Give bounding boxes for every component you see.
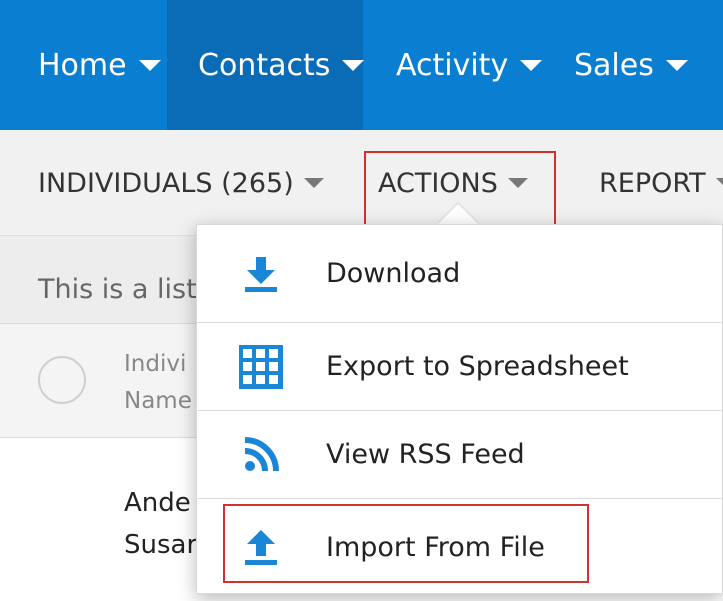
nav-home-label: Home [38, 47, 127, 83]
menu-item-rss-label: View RSS Feed [326, 439, 525, 470]
download-icon [241, 254, 281, 294]
nav-activity[interactable]: Activity [396, 0, 543, 130]
report-label: REPORT [599, 167, 706, 199]
chevron-down-icon [715, 178, 723, 188]
dropdown-pointer [437, 204, 479, 225]
grid-icon [238, 344, 284, 390]
top-navigation-bar: Home Contacts Activity Sales [0, 0, 723, 130]
nav-contacts[interactable]: Contacts [167, 0, 365, 130]
chevron-down-icon [138, 59, 161, 71]
nav-contacts-label: Contacts [198, 47, 331, 83]
column-header-name[interactable]: Indivi Name [124, 346, 192, 420]
menu-item-export-label: Export to Spreadsheet [326, 351, 629, 382]
chevron-down-icon [303, 178, 324, 188]
nav-sales-label: Sales [574, 47, 654, 83]
individuals-menu[interactable]: INDIVIDUALS (265) [38, 130, 324, 236]
chevron-down-icon [665, 59, 688, 71]
sub-toolbar: INDIVIDUALS (265) ACTIONS REPORT [0, 130, 723, 236]
chevron-down-icon [342, 59, 365, 71]
nav-activity-label: Activity [396, 47, 509, 83]
select-all-checkbox[interactable] [38, 356, 86, 404]
nav-home[interactable]: Home [38, 0, 161, 130]
rss-icon [241, 435, 281, 475]
individuals-label: INDIVIDUALS (265) [38, 167, 294, 199]
menu-item-export-spreadsheet[interactable]: Export to Spreadsheet [197, 323, 723, 411]
chevron-down-icon [520, 59, 543, 71]
list-description: This is a list [38, 274, 197, 305]
menu-item-rss-feed[interactable]: View RSS Feed [197, 411, 723, 499]
menu-item-download[interactable]: Download [197, 225, 723, 323]
report-menu[interactable]: REPORT [599, 130, 723, 236]
menu-item-download-label: Download [326, 258, 461, 289]
nav-sales[interactable]: Sales [574, 0, 688, 130]
import-highlight-box [223, 504, 589, 583]
row-name-cell[interactable]: Ande Susar [124, 482, 197, 566]
